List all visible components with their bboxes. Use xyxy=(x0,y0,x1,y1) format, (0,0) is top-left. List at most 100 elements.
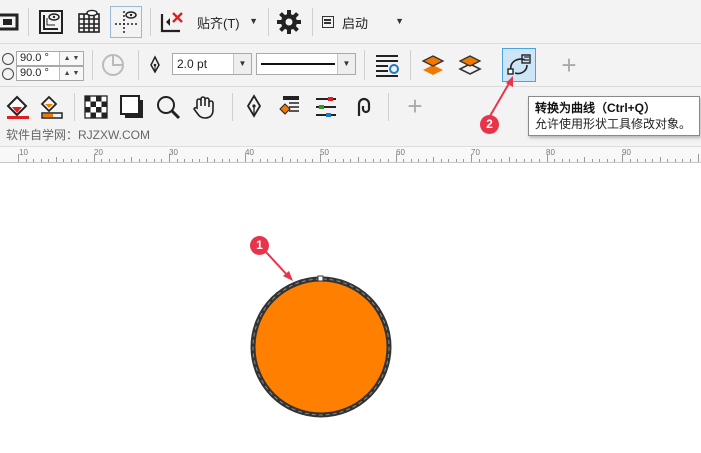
ruler-tick xyxy=(108,159,110,162)
node-handle[interactable] xyxy=(317,275,324,282)
ruler-tick xyxy=(357,157,359,162)
ruler-tick xyxy=(425,159,427,162)
separator xyxy=(74,93,75,121)
chevron-down-icon[interactable]: ▼ xyxy=(337,54,355,74)
tooltip: 转换为曲线（Ctrl+Q） 允许使用形状工具修改对象。 xyxy=(528,96,700,136)
ruler-tick xyxy=(501,159,503,162)
start-angle-value: 90.0 ° xyxy=(20,52,49,64)
layer-front-icon[interactable] xyxy=(418,50,448,80)
ruler-label: 60 xyxy=(396,148,405,157)
ruler-tick xyxy=(297,159,299,162)
drop-shadow-icon[interactable] xyxy=(118,93,146,121)
ruler-label: 70 xyxy=(471,148,480,157)
pen-nib-icon xyxy=(146,54,164,76)
snap-label: 贴齐(T) xyxy=(197,15,240,31)
ruler-tick xyxy=(169,154,170,162)
ruler-tick xyxy=(70,159,72,162)
align-distribute-icon[interactable] xyxy=(312,93,340,121)
separator xyxy=(138,50,139,80)
ruler-tick xyxy=(199,159,201,162)
ruler-label: 50 xyxy=(320,148,329,157)
separator xyxy=(364,50,365,80)
ruler-tick xyxy=(146,159,148,162)
ruler-tick xyxy=(546,154,548,162)
ruler-tick xyxy=(252,159,254,162)
ruler-tick xyxy=(538,159,540,162)
ruler-tick xyxy=(674,159,676,162)
ruler-tick xyxy=(478,159,480,162)
end-angle-value: 90.0 ° xyxy=(20,67,49,79)
ruler-tick xyxy=(569,159,571,162)
ruler-tick xyxy=(455,159,457,162)
ruler-tick xyxy=(304,159,306,162)
ruler-view-icon[interactable] xyxy=(36,8,66,36)
ruler-tick xyxy=(184,159,186,162)
ruler-tick xyxy=(18,154,19,162)
ruler-tick xyxy=(176,159,178,162)
ruler-label: 20 xyxy=(94,148,103,157)
drawing-canvas[interactable] xyxy=(0,163,701,453)
ruler-tick xyxy=(554,159,556,162)
ruler-tick xyxy=(206,157,208,162)
ruler-tick xyxy=(486,159,488,162)
ruler-tick xyxy=(161,159,163,162)
ruler-tick xyxy=(63,159,65,162)
spiral-icon[interactable] xyxy=(350,93,378,121)
ruler-tick xyxy=(599,159,601,162)
orange-circle[interactable] xyxy=(250,276,392,418)
pen-tool-icon[interactable] xyxy=(240,93,268,121)
layer-back-icon[interactable] xyxy=(455,50,485,80)
ruler-tick xyxy=(531,159,533,162)
plus-icon[interactable]: + xyxy=(402,93,428,119)
end-angle-field[interactable]: 90.0 ° ▲ ▼ xyxy=(16,66,84,81)
annotation-marker-1: 1 xyxy=(250,236,269,255)
pie-icon[interactable] xyxy=(98,50,128,80)
ruler-tick xyxy=(33,159,35,162)
ruler-tick xyxy=(410,159,412,162)
ruler-tick xyxy=(214,159,216,162)
chevron-down-icon: ▼ xyxy=(395,16,404,26)
hand-pan-icon[interactable] xyxy=(190,93,218,121)
line-style-select[interactable]: ▼ xyxy=(256,53,356,75)
guidelines-icon[interactable] xyxy=(110,6,142,38)
ruler-tick xyxy=(403,159,405,162)
stepper-arrows[interactable]: ▲ ▼ xyxy=(59,52,83,65)
separator xyxy=(28,8,29,36)
start-angle-field[interactable]: 90.0 ° ▲ ▼ xyxy=(16,51,84,66)
ruler-tick xyxy=(644,159,646,162)
ruler-tick xyxy=(229,159,231,162)
snap-to-dropdown[interactable]: 贴齐(T) ▼ xyxy=(192,10,264,34)
outline-width-select[interactable]: 2.0 pt ▼ xyxy=(172,53,252,75)
fill-bucket-icon[interactable] xyxy=(4,93,32,121)
text-wrap-icon[interactable] xyxy=(370,50,404,80)
ruler-tick xyxy=(508,157,510,162)
ruler-tick xyxy=(471,154,472,162)
grid-icon[interactable] xyxy=(74,8,104,36)
ruler-tick xyxy=(244,154,246,162)
object-manager-icon[interactable] xyxy=(276,93,304,121)
ruler-tick xyxy=(689,159,691,162)
ruler-label: 10 xyxy=(19,148,28,157)
ruler-tick xyxy=(138,159,140,162)
separator xyxy=(150,8,151,36)
ruler-tick xyxy=(48,159,50,162)
ruler-tick xyxy=(267,159,269,162)
ruler-tick xyxy=(259,159,261,162)
separator xyxy=(232,93,233,121)
ruler-tick xyxy=(387,159,389,162)
zoom-icon[interactable] xyxy=(154,93,182,121)
gear-icon[interactable] xyxy=(274,8,304,36)
delete-snap-icon[interactable] xyxy=(157,8,187,36)
checker-transparency-icon[interactable] xyxy=(82,93,110,121)
ruler-tick xyxy=(682,159,684,162)
ruler-tick xyxy=(274,159,276,162)
stepper-arrows[interactable]: ▲ ▼ xyxy=(59,67,83,80)
interactive-fill-icon[interactable] xyxy=(38,93,66,121)
launch-dropdown[interactable]: 启动 ▼ xyxy=(318,10,410,34)
chevron-down-icon[interactable]: ▼ xyxy=(233,54,251,74)
ruler-label: 90 xyxy=(622,148,631,157)
plus-icon[interactable]: + xyxy=(556,52,582,78)
crop-icon[interactable] xyxy=(0,8,22,36)
horizontal-ruler[interactable]: 10 20 30 40 50 60 70 80 90 xyxy=(0,146,701,163)
ruler-tick xyxy=(312,159,314,162)
